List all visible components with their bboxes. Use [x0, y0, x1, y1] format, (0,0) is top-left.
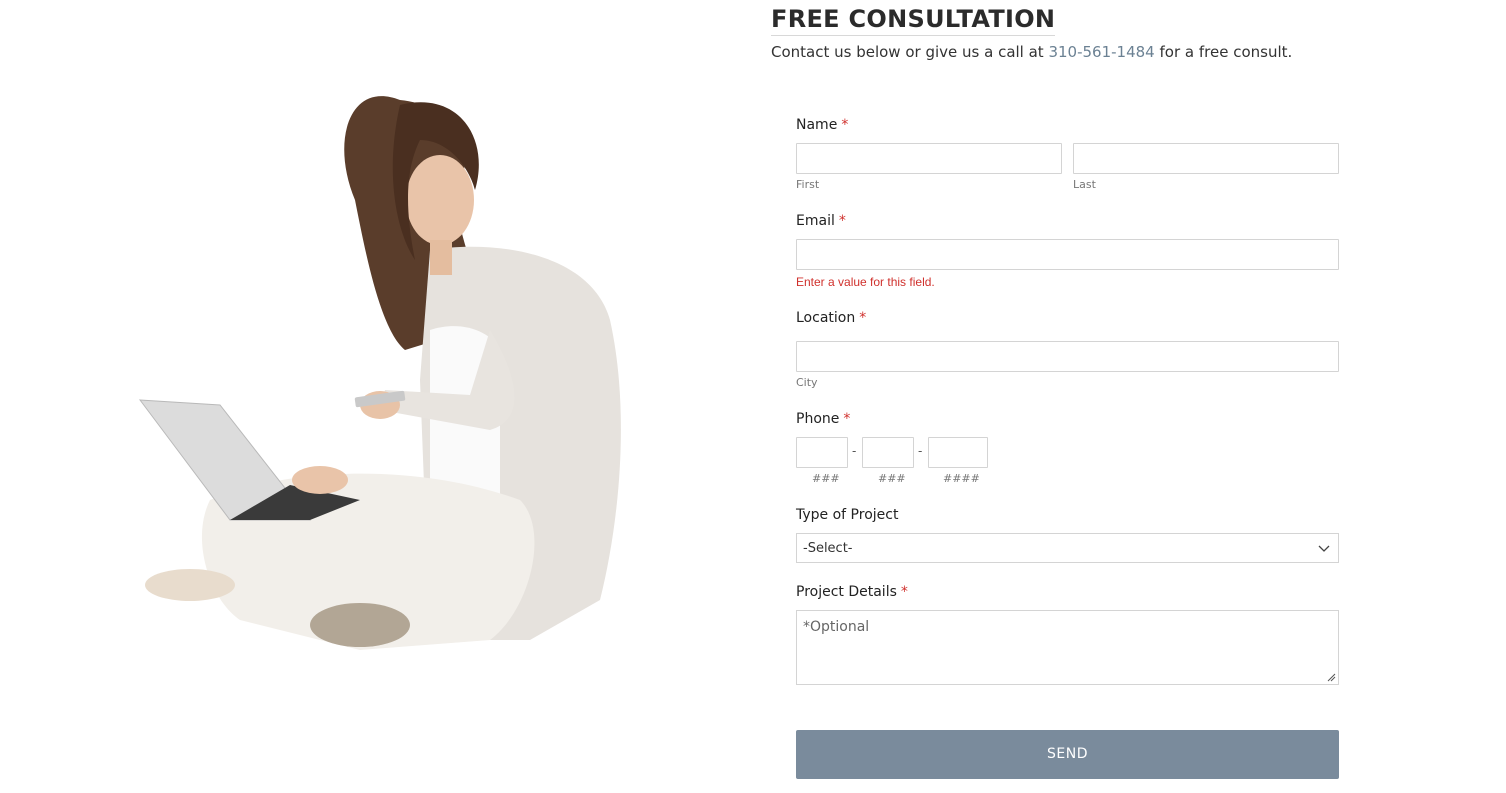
- project-details-label: Project Details *: [796, 583, 908, 601]
- first-name-input[interactable]: [796, 143, 1062, 174]
- phone-area-sublabel: ###: [812, 472, 840, 485]
- email-label: Email *: [796, 212, 846, 230]
- phone-dash-1: -: [852, 444, 857, 458]
- send-button[interactable]: SEND: [796, 730, 1339, 779]
- first-name-sublabel: First: [796, 178, 820, 191]
- project-type-selected-value: -Select-: [803, 541, 853, 556]
- email-input[interactable]: [796, 239, 1339, 270]
- name-required-mark: *: [841, 117, 849, 133]
- name-label-text: Name: [796, 117, 838, 133]
- project-details-textarea[interactable]: *Optional: [796, 610, 1339, 685]
- project-details-placeholder: *Optional: [803, 619, 870, 635]
- project-type-label: Type of Project: [796, 507, 899, 523]
- resize-grip-icon[interactable]: [1326, 672, 1336, 682]
- phone-prefix-sublabel: ###: [878, 472, 906, 485]
- woman-with-laptop-image: [130, 80, 650, 680]
- email-required-mark: *: [838, 213, 846, 229]
- location-required-mark: *: [859, 310, 867, 326]
- last-name-sublabel: Last: [1073, 178, 1096, 191]
- phone-prefix-input[interactable]: [862, 437, 914, 468]
- name-label: Name *: [796, 116, 848, 134]
- project-type-select[interactable]: -Select-: [796, 533, 1339, 563]
- phone-required-mark: *: [843, 411, 851, 427]
- last-name-input[interactable]: [1073, 143, 1339, 174]
- city-input[interactable]: [796, 341, 1339, 372]
- location-label-text: Location: [796, 310, 856, 326]
- project-details-label-text: Project Details: [796, 584, 897, 600]
- phone-line-number-input[interactable]: [928, 437, 988, 468]
- phone-area-code-input[interactable]: [796, 437, 848, 468]
- email-label-text: Email: [796, 213, 835, 229]
- phone-label-text: Phone: [796, 411, 840, 427]
- location-label: Location *: [796, 309, 866, 327]
- project-details-required-mark: *: [900, 584, 908, 600]
- phone-dash-2: -: [918, 444, 923, 458]
- email-error-message: Enter a value for this field.: [796, 275, 935, 289]
- consultation-form: Name * First Last Email * Enter a value fo…: [796, 0, 1339, 793]
- phone-label: Phone *: [796, 410, 850, 428]
- city-sublabel: City: [796, 376, 818, 389]
- chevron-down-icon: [1318, 545, 1330, 552]
- phone-line-sublabel: ####: [943, 472, 980, 485]
